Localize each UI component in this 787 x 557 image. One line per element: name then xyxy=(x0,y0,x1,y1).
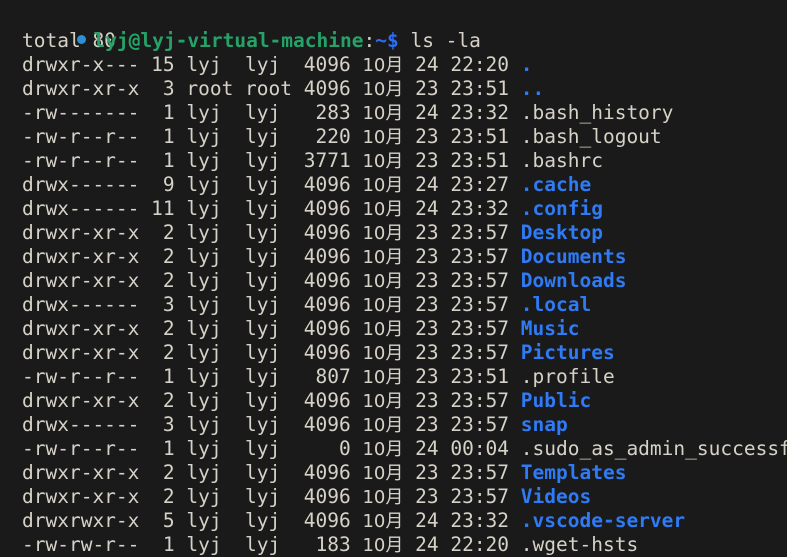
file-name: Videos xyxy=(520,485,592,508)
table-row: drwxr-xr-x 3 root root 4096 10月 23 23:51… xyxy=(22,77,787,101)
table-row: -rw-r--r-- 1 lyj lyj 3771 10月 23 23:51 .… xyxy=(22,149,787,173)
table-row: drwxr-xr-x 2 lyj lyj 4096 10月 23 23:57 P… xyxy=(22,389,787,413)
file-name: snap xyxy=(520,413,568,436)
row-month: 10月 xyxy=(362,487,404,508)
row-month: 10月 xyxy=(362,535,404,556)
terminal-window[interactable]: lyj@lyj-virtual-machine:~$ ls -la total … xyxy=(0,0,787,557)
row-metadata: drwx------ 3 lyj lyj 4096 10月 23 23:57 xyxy=(22,293,521,316)
table-row: drwxr-xr-x 2 lyj lyj 4096 10月 23 23:57 D… xyxy=(22,245,787,269)
table-row: -rw-r--r-- 1 lyj lyj 220 10月 23 23:51 .b… xyxy=(22,125,787,149)
file-name: .sudo_as_admin_successful xyxy=(520,437,787,460)
row-month: 10月 xyxy=(362,511,404,532)
row-month: 10月 xyxy=(362,343,404,364)
row-month: 10月 xyxy=(362,271,404,292)
row-metadata: drwxr-xr-x 2 lyj lyj 4096 10月 23 23:57 xyxy=(22,245,521,268)
row-metadata: drwx------ 3 lyj lyj 4096 10月 23 23:57 xyxy=(22,413,521,436)
row-month: 10月 xyxy=(362,247,404,268)
row-month: 10月 xyxy=(362,439,404,460)
table-row: drwxr-xr-x 2 lyj lyj 4096 10月 23 23:57 P… xyxy=(22,341,787,365)
row-month: 10月 xyxy=(362,175,404,196)
file-name: Pictures xyxy=(520,341,615,364)
row-metadata: drwxr-xr-x 2 lyj lyj 4096 10月 23 23:57 xyxy=(22,485,521,508)
file-name: Desktop xyxy=(520,221,603,244)
row-month: 10月 xyxy=(362,367,404,388)
row-metadata: -rw-rw-r-- 1 lyj lyj 183 10月 24 22:20 xyxy=(22,533,521,556)
table-row: drwxr-xr-x 2 lyj lyj 4096 10月 23 23:57 T… xyxy=(22,461,787,485)
table-row: drwx------ 3 lyj lyj 4096 10月 23 23:57 .… xyxy=(22,293,787,317)
table-row: drwx------ 9 lyj lyj 4096 10月 24 23:27 .… xyxy=(22,173,787,197)
table-row: drwxr-xr-x 2 lyj lyj 4096 10月 23 23:57 M… xyxy=(22,317,787,341)
row-metadata: -rw-r--r-- 1 lyj lyj 807 10月 23 23:51 xyxy=(22,365,521,388)
row-metadata: drwx------ 9 lyj lyj 4096 10月 24 23:27 xyxy=(22,173,521,196)
row-month: 10月 xyxy=(362,151,404,172)
row-month: 10月 xyxy=(362,79,404,100)
table-row: drwxr-xr-x 2 lyj lyj 4096 10月 23 23:57 V… xyxy=(22,485,787,509)
row-month: 10月 xyxy=(362,127,404,148)
file-name: .config xyxy=(520,197,603,220)
file-listing: drwxr-x--- 15 lyj lyj 4096 10月 24 22:20 … xyxy=(22,53,787,557)
table-row: drwx------ 11 lyj lyj 4096 10月 24 23:32 … xyxy=(22,197,787,221)
prompt-status-dot-icon xyxy=(77,35,87,44)
row-month: 10月 xyxy=(362,103,404,124)
row-month: 10月 xyxy=(362,391,404,412)
row-month: 10月 xyxy=(362,319,404,340)
row-metadata: -rw------- 1 lyj lyj 283 10月 24 23:32 xyxy=(22,101,521,124)
row-month: 10月 xyxy=(362,223,404,244)
row-metadata: -rw-r--r-- 1 lyj lyj 3771 10月 23 23:51 xyxy=(22,149,521,172)
file-name: Music xyxy=(520,317,580,340)
row-metadata: drwxr-xr-x 2 lyj lyj 4096 10月 23 23:57 xyxy=(22,317,521,340)
row-month: 10月 xyxy=(362,55,404,76)
prompt-user-host: lyj@lyj-virtual-machine xyxy=(93,29,364,52)
file-name: .wget-hsts xyxy=(520,533,639,556)
table-row: -rw-rw-r-- 1 lyj lyj 183 10月 24 22:20 .w… xyxy=(22,533,787,557)
row-metadata: drwxr-x--- 15 lyj lyj 4096 10月 24 22:20 xyxy=(22,53,521,76)
row-metadata: drwxr-xr-x 2 lyj lyj 4096 10月 23 23:57 xyxy=(22,461,521,484)
file-name: Public xyxy=(520,389,592,412)
prompt-colon: : xyxy=(363,29,376,52)
file-name: . xyxy=(520,53,533,76)
row-metadata: drwxr-xr-x 2 lyj lyj 4096 10月 23 23:57 xyxy=(22,341,521,364)
table-row: drwxr-xr-x 2 lyj lyj 4096 10月 23 23:57 D… xyxy=(22,269,787,293)
file-name: .local xyxy=(520,293,592,316)
file-name: .bashrc xyxy=(520,149,603,172)
table-row: drwx------ 3 lyj lyj 4096 10月 23 23:57 s… xyxy=(22,413,787,437)
file-name: Documents xyxy=(520,245,627,268)
row-metadata: -rw-r--r-- 1 lyj lyj 220 10月 23 23:51 xyxy=(22,125,521,148)
row-metadata: -rw-r--r-- 1 lyj lyj 0 10月 24 00:04 xyxy=(22,437,521,460)
file-name: Templates xyxy=(520,461,627,484)
table-row: -rw-r--r-- 1 lyj lyj 807 10月 23 23:51 .p… xyxy=(22,365,787,389)
file-name: .profile xyxy=(520,365,615,388)
row-metadata: drwx------ 11 lyj lyj 4096 10月 24 23:32 xyxy=(22,197,521,220)
terminal-output-area[interactable]: lyj@lyj-virtual-machine:~$ ls -la total … xyxy=(0,5,787,557)
row-month: 10月 xyxy=(362,199,404,220)
row-metadata: drwxrwxr-x 5 lyj lyj 4096 10月 24 23:32 xyxy=(22,509,521,532)
row-month: 10月 xyxy=(362,415,404,436)
file-name: .bash_history xyxy=(520,101,674,124)
shell-prompt-line: lyj@lyj-virtual-machine:~$ ls -la xyxy=(0,5,787,52)
row-month: 10月 xyxy=(362,295,404,316)
row-metadata: drwxr-xr-x 3 root root 4096 10月 23 23:51 xyxy=(22,77,521,100)
table-row: drwxr-xr-x 2 lyj lyj 4096 10月 23 23:57 D… xyxy=(22,221,787,245)
row-metadata: drwxr-xr-x 2 lyj lyj 4096 10月 23 23:57 xyxy=(22,389,521,412)
table-row: drwxrwxr-x 5 lyj lyj 4096 10月 24 23:32 .… xyxy=(22,509,787,533)
file-name: Downloads xyxy=(520,269,627,292)
file-name: .bash_logout xyxy=(520,125,662,148)
table-row: -rw-r--r-- 1 lyj lyj 0 10月 24 00:04 .sud… xyxy=(22,437,787,461)
file-name: .cache xyxy=(520,173,592,196)
row-metadata: drwxr-xr-x 2 lyj lyj 4096 10月 23 23:57 xyxy=(22,269,521,292)
table-row: -rw------- 1 lyj lyj 283 10月 24 23:32 .b… xyxy=(22,101,787,125)
row-metadata: drwxr-xr-x 2 lyj lyj 4096 10月 23 23:57 xyxy=(22,221,521,244)
table-row: drwxr-x--- 15 lyj lyj 4096 10月 24 22:20 … xyxy=(22,53,787,77)
prompt-command: ls -la xyxy=(398,29,481,52)
file-name: .. xyxy=(520,77,545,100)
file-name: .vscode-server xyxy=(520,509,686,532)
row-month: 10月 xyxy=(362,463,404,484)
prompt-cwd: ~$ xyxy=(375,29,399,52)
